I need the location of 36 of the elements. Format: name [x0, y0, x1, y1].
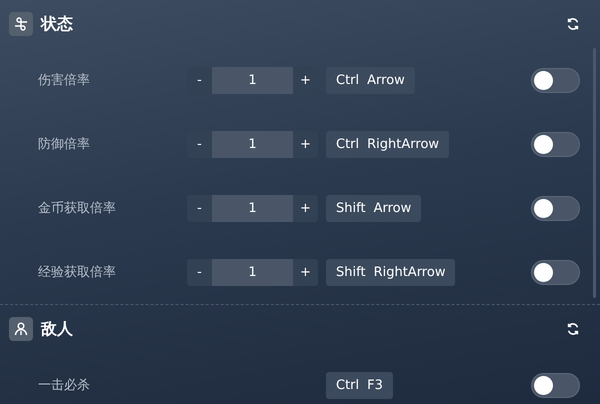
refresh-icon[interactable] [566, 322, 580, 336]
increment-button[interactable]: + [293, 130, 318, 158]
section-title: 敌人 [41, 318, 74, 340]
decrement-button[interactable]: - [187, 130, 212, 158]
increment-button[interactable]: + [293, 258, 318, 286]
key-label: Shift [336, 200, 366, 216]
value-field[interactable]: 1 [212, 130, 293, 158]
toggle-switch[interactable] [531, 372, 580, 398]
key-label: RightArrow [367, 136, 440, 152]
decrement-button[interactable]: - [187, 258, 212, 286]
increment-button[interactable]: + [293, 194, 318, 222]
key-label: Ctrl [336, 136, 360, 152]
row-label: 经验获取倍率 [38, 264, 117, 281]
value-field[interactable]: 1 [212, 258, 293, 286]
key-label: Ctrl [336, 72, 360, 88]
row-label: 伤害倍率 [38, 72, 91, 89]
person-icon [13, 321, 29, 337]
refresh-icon[interactable] [566, 17, 580, 31]
key-label: F3 [367, 378, 383, 392]
key-label: Arrow [374, 200, 412, 216]
clover-icon [13, 16, 29, 32]
key-label: RightArrow [374, 264, 446, 280]
toggle-switch[interactable] [531, 132, 580, 156]
key-label: Shift [336, 264, 366, 280]
toggle-switch[interactable] [531, 260, 580, 284]
key-label: Arrow [367, 72, 405, 88]
row-label: 金币获取倍率 [38, 200, 117, 217]
key-label: Ctrl [336, 378, 360, 392]
row-label: 一击必杀 [38, 377, 91, 394]
toggle-switch[interactable] [531, 196, 580, 220]
decrement-button[interactable]: - [187, 194, 212, 222]
value-field[interactable]: 1 [212, 66, 293, 94]
section-title: 状态 [41, 14, 74, 34]
toggle-switch[interactable] [531, 68, 580, 92]
row-label: 防御倍率 [38, 136, 91, 153]
value-field[interactable]: 1 [212, 194, 293, 222]
